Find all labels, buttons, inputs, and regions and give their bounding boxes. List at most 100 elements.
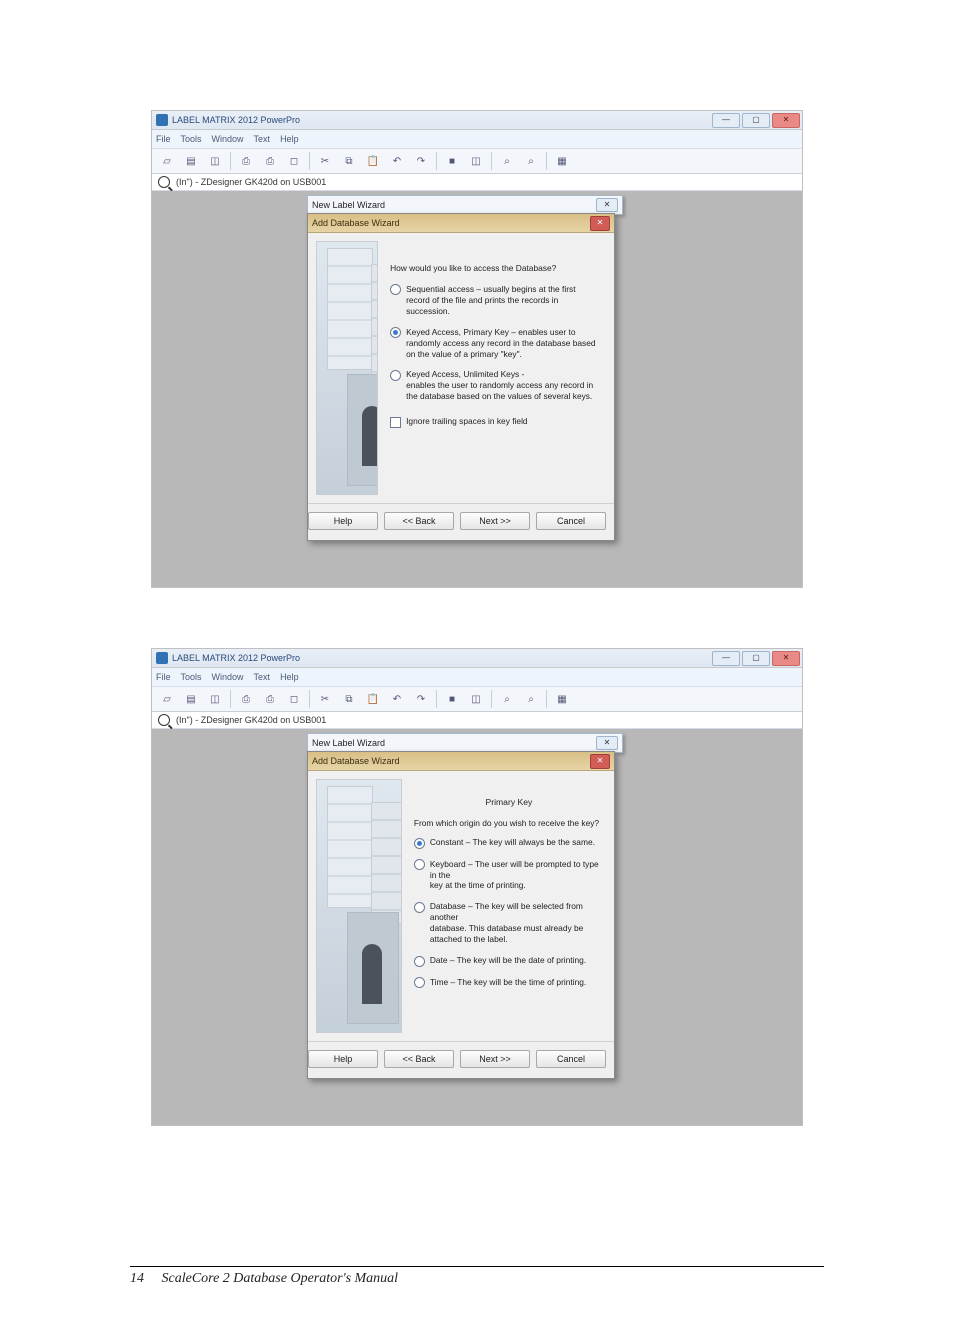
menu-help[interactable]: Help (280, 134, 299, 144)
toolbar-zoomout-icon[interactable]: ⌕ (520, 689, 542, 709)
minimize-button[interactable]: — (712, 651, 740, 666)
wizard-close-button[interactable]: ✕ (590, 754, 610, 769)
toolbar-copy-icon[interactable]: ⧉ (338, 151, 360, 171)
toolbar-paste-icon[interactable]: 📋 (362, 151, 384, 171)
help-button[interactable]: Help (308, 1050, 378, 1068)
option-unlimited-keys-title: Keyed Access, Unlimited Keys - (406, 369, 604, 380)
toolbar-zoomin-icon[interactable]: ⌕ (496, 689, 518, 709)
infobar-text: (In") - ZDesigner GK420d on USB001 (176, 177, 326, 187)
option-keyboard[interactable]: Keyboard – The user will be prompted to … (414, 859, 604, 892)
menubar: File Tools Window Text Help (152, 130, 802, 149)
option-time[interactable]: Time – The key will be the time of print… (414, 977, 604, 989)
wizard-content: How would you like to access the Databas… (388, 241, 606, 495)
toolbar-redo-icon[interactable]: ↷ (410, 689, 432, 709)
menu-window[interactable]: Window (212, 672, 244, 682)
menu-tools[interactable]: Tools (181, 672, 202, 682)
toolbar-zoomout-icon[interactable]: ⌕ (520, 151, 542, 171)
option-constant[interactable]: Constant – The key will always be the sa… (414, 837, 604, 849)
menu-text[interactable]: Text (254, 134, 271, 144)
option-unlimited-keys[interactable]: Keyed Access, Unlimited Keys - enables t… (390, 369, 604, 402)
toolbar-redo-icon[interactable]: ↷ (410, 151, 432, 171)
toolbar-open-icon[interactable]: ▤ (180, 151, 202, 171)
next-button[interactable]: Next >> (460, 512, 530, 530)
menu-file[interactable]: File (156, 672, 171, 682)
toolbar-print-icon[interactable]: ⎙ (235, 689, 257, 709)
toolbar-cut-icon[interactable]: ✂ (314, 151, 336, 171)
toolbar-undo-icon[interactable]: ↶ (386, 689, 408, 709)
screenshot-1: LABEL MATRIX 2012 PowerPro — ▢ ✕ File To… (151, 110, 803, 588)
toolbar-copy-icon[interactable]: ⧉ (338, 689, 360, 709)
minimize-button[interactable]: — (712, 113, 740, 128)
toolbar-open-icon[interactable]: ▤ (180, 689, 202, 709)
menu-help[interactable]: Help (280, 672, 299, 682)
toolbar-new-icon[interactable]: ▱ (156, 689, 178, 709)
maximize-button[interactable]: ▢ (742, 113, 770, 128)
app-title: LABEL MATRIX 2012 PowerPro (172, 653, 300, 663)
radio-icon (390, 327, 401, 338)
workspace: New Label Wizard ✕ Add Database Wizard ✕ (152, 729, 802, 1125)
toolbar-save-icon[interactable]: ◫ (204, 689, 226, 709)
option-primary-key-title: Keyed Access, Primary Key – enables user… (406, 327, 604, 338)
toolbar-disk-icon[interactable]: ■ (441, 151, 463, 171)
app-title: LABEL MATRIX 2012 PowerPro (172, 115, 300, 125)
app-titlebar: LABEL MATRIX 2012 PowerPro — ▢ ✕ (152, 649, 802, 668)
toolbar-db-icon[interactable]: ◫ (465, 151, 487, 171)
menubar: File Tools Window Text Help (152, 668, 802, 687)
option-unlimited-keys-desc: enables the user to randomly access any … (406, 380, 604, 402)
menu-file[interactable]: File (156, 134, 171, 144)
wizard-question: From which origin do you wish to receive… (414, 818, 604, 829)
cancel-button[interactable]: Cancel (536, 1050, 606, 1068)
wizard-content: Primary Key From which origin do you wis… (412, 779, 606, 1033)
toolbar: ▱ ▤ ◫ ⎙ ⎙ ◻ ✂ ⧉ 📋 ↶ ↷ ■ ◫ ⌕ ⌕ ▦ (152, 687, 802, 712)
menu-text[interactable]: Text (254, 672, 271, 682)
radio-icon (414, 838, 425, 849)
toolbar: ▱ ▤ ◫ ⎙ ⎙ ◻ ✂ ⧉ 📋 ↶ ↷ ■ ◫ ⌕ ⌕ ▦ (152, 149, 802, 174)
toolbar-zoomin-icon[interactable]: ⌕ (496, 151, 518, 171)
close-button[interactable]: ✕ (772, 113, 800, 128)
option-constant-label: Constant – The key will always be the sa… (430, 837, 595, 848)
option-sequential-desc: record of the file and prints the record… (406, 295, 604, 317)
toolbar-undo-icon[interactable]: ↶ (386, 151, 408, 171)
toolbar-grid-icon[interactable]: ▦ (551, 151, 573, 171)
menu-tools[interactable]: Tools (181, 134, 202, 144)
toolbar-save-icon[interactable]: ◫ (204, 151, 226, 171)
toolbar-cut-icon[interactable]: ✂ (314, 689, 336, 709)
maximize-button[interactable]: ▢ (742, 651, 770, 666)
page-footer: 14 ScaleCore 2 Database Operator's Manua… (120, 1271, 834, 1287)
wizard-close-button[interactable]: ✕ (590, 216, 610, 231)
next-button[interactable]: Next >> (460, 1050, 530, 1068)
menu-window[interactable]: Window (212, 134, 244, 144)
option-primary-key[interactable]: Keyed Access, Primary Key – enables user… (390, 327, 604, 360)
wizard-heading: Primary Key (414, 797, 604, 808)
option-sequential-title: Sequential access – usually begins at th… (406, 284, 604, 295)
toolbar-new-icon[interactable]: ▱ (156, 151, 178, 171)
back-button[interactable]: << Back (384, 1050, 454, 1068)
infobar: (In") - ZDesigner GK420d on USB001 (152, 174, 802, 191)
cancel-button[interactable]: Cancel (536, 512, 606, 530)
behind-close-button[interactable]: ✕ (596, 198, 618, 212)
screenshot-2: LABEL MATRIX 2012 PowerPro — ▢ ✕ File To… (151, 648, 803, 1126)
option-date[interactable]: Date – The key will be the date of print… (414, 955, 604, 967)
infobar: (In") - ZDesigner GK420d on USB001 (152, 712, 802, 729)
option-database-desc: database. This database must already be … (430, 923, 604, 945)
radio-icon (390, 284, 401, 295)
help-button[interactable]: Help (308, 512, 378, 530)
toolbar-paste-icon[interactable]: 📋 (362, 689, 384, 709)
toolbar-grid-icon[interactable]: ▦ (551, 689, 573, 709)
toolbar-preview-icon[interactable]: ◻ (283, 689, 305, 709)
option-database[interactable]: Database – The key will be selected from… (414, 901, 604, 945)
toolbar-print-icon[interactable]: ⎙ (235, 151, 257, 171)
behind-close-button[interactable]: ✕ (596, 736, 618, 750)
close-button[interactable]: ✕ (772, 651, 800, 666)
back-button[interactable]: << Back (384, 512, 454, 530)
toolbar-db-icon[interactable]: ◫ (465, 689, 487, 709)
toolbar-disk-icon[interactable]: ■ (441, 689, 463, 709)
toolbar-print2-icon[interactable]: ⎙ (259, 689, 281, 709)
toolbar-preview-icon[interactable]: ◻ (283, 151, 305, 171)
toolbar-print2-icon[interactable]: ⎙ (259, 151, 281, 171)
checkbox-ignore-trailing-label: Ignore trailing spaces in key field (406, 416, 528, 427)
radio-icon (414, 956, 425, 967)
radio-icon (414, 902, 425, 913)
option-sequential[interactable]: Sequential access – usually begins at th… (390, 284, 604, 317)
checkbox-ignore-trailing[interactable]: Ignore trailing spaces in key field (390, 416, 604, 428)
